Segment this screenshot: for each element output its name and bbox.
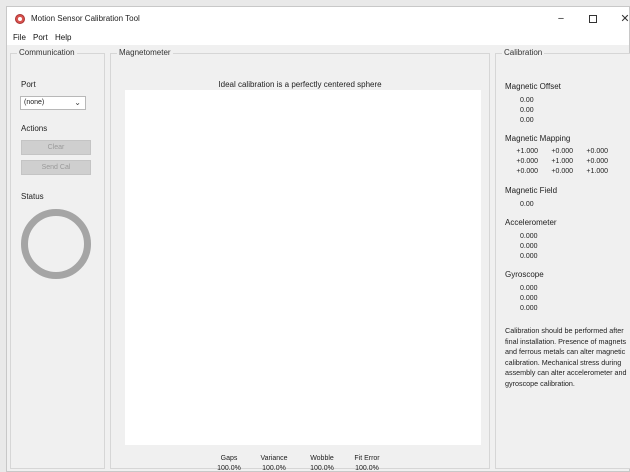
mapping-cell: +0.000	[516, 158, 538, 165]
port-select[interactable]: (none) ⌄	[20, 96, 86, 110]
app-window: Motion Sensor Calibration Tool − ✕ File …	[6, 6, 630, 472]
calibration-group: Calibration Magnetic Offset 0.00 0.00 0.…	[495, 48, 630, 469]
plot-title: Ideal calibration is a perfectly centere…	[218, 80, 382, 89]
communication-group-label: Communication	[17, 48, 77, 57]
actions-label: Actions	[21, 124, 48, 133]
mapping-cell: +1.000	[516, 148, 538, 155]
metric-variance-label: Variance	[260, 455, 288, 462]
app-logo-icon	[15, 14, 25, 24]
port-select-value: (none)	[24, 99, 45, 106]
accel-y-value: 0.000	[520, 243, 538, 250]
gyro-y-value: 0.000	[520, 295, 538, 302]
magnetic-field-value: 0.00	[520, 201, 534, 208]
status-indicator-ring	[21, 209, 91, 279]
menu-bar: File Port Help	[7, 31, 629, 45]
metric-fit-error-value: 100.0%	[355, 465, 379, 472]
window-title: Motion Sensor Calibration Tool	[31, 14, 140, 23]
magnetic-offset-x: 0.00	[520, 97, 534, 104]
magnetic-mapping-label: Magnetic Mapping	[505, 134, 571, 143]
mapping-cell: +0.000	[586, 158, 608, 165]
gyro-x-value: 0.000	[520, 285, 538, 292]
calibration-note: Calibration should be performed after fi…	[505, 326, 627, 388]
magnetic-offset-z: 0.00	[520, 117, 534, 124]
accel-x-value: 0.000	[520, 233, 538, 240]
metric-gaps: Gaps 100.0%	[214, 454, 244, 472]
close-button[interactable]: ✕	[617, 11, 630, 27]
calibration-group-label: Calibration	[502, 48, 545, 57]
magnetometer-group-label: Magnetometer	[117, 48, 173, 57]
metric-gaps-label: Gaps	[220, 455, 238, 462]
metric-gaps-value: 100.0%	[217, 465, 241, 472]
gyroscope-label: Gyroscope	[505, 270, 544, 279]
menu-port[interactable]: Port	[33, 33, 48, 42]
magnetic-field-label: Magnetic Field	[505, 186, 558, 195]
mapping-cell: +0.000	[516, 168, 538, 175]
magnetometer-plot-area[interactable]	[125, 90, 481, 445]
communication-group: Communication Port (none) ⌄ Actions Clea…	[10, 48, 105, 469]
send-cal-button[interactable]: Send Cal	[21, 160, 91, 175]
title-bar: Motion Sensor Calibration Tool − ✕	[7, 7, 630, 31]
magnetometer-group: Magnetometer Ideal calibration is a perf…	[110, 48, 490, 472]
minimize-button[interactable]: −	[553, 11, 569, 27]
menu-help[interactable]: Help	[55, 33, 71, 42]
mapping-cell: +0.000	[586, 148, 608, 155]
mapping-cell: +0.000	[551, 168, 573, 175]
mapping-cell: +1.000	[551, 158, 573, 165]
metric-fit-error: Fit Error 100.0%	[349, 454, 385, 472]
metric-fit-error-label: Fit Error	[354, 455, 380, 462]
clear-button[interactable]: Clear	[21, 140, 91, 155]
metric-wobble-value: 100.0%	[310, 465, 334, 472]
maximize-button[interactable]	[585, 11, 601, 27]
mapping-cell: +0.000	[551, 148, 573, 155]
metric-variance: Variance 100.0%	[256, 454, 292, 472]
metric-wobble: Wobble 100.0%	[305, 454, 339, 472]
status-label: Status	[21, 192, 44, 201]
accel-z-value: 0.000	[520, 253, 538, 260]
metric-wobble-label: Wobble	[310, 455, 334, 462]
metric-variance-value: 100.0%	[262, 465, 286, 472]
magnetic-offset-label: Magnetic Offset	[505, 82, 561, 91]
gyro-z-value: 0.000	[520, 305, 538, 312]
maximize-icon	[589, 15, 597, 24]
accelerometer-label: Accelerometer	[505, 218, 557, 227]
port-label: Port	[21, 80, 36, 89]
mapping-cell: +1.000	[586, 168, 608, 175]
chevron-down-icon: ⌄	[74, 98, 81, 107]
menu-file[interactable]: File	[13, 33, 26, 42]
magnetic-offset-y: 0.00	[520, 107, 534, 114]
